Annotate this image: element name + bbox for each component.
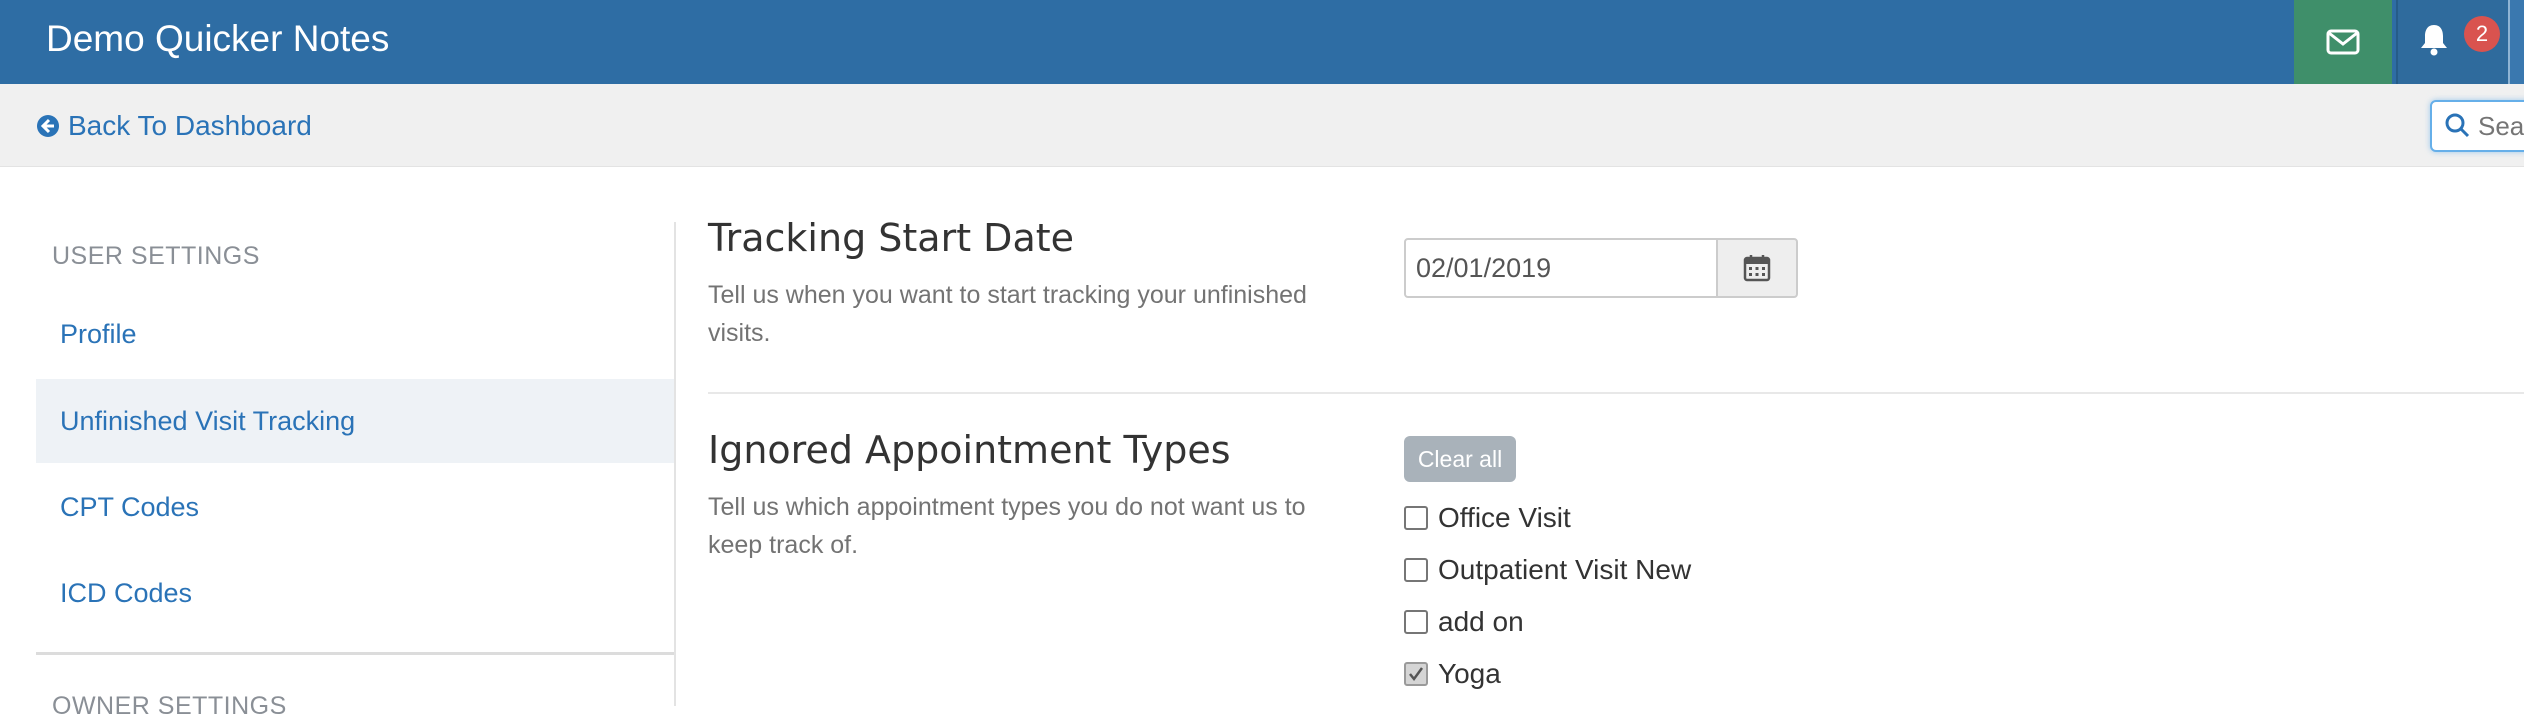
date-picker-button[interactable]: [1716, 238, 1798, 298]
search-input[interactable]: [2476, 108, 2524, 144]
calendar-icon: [1743, 255, 1771, 282]
search-box[interactable]: [2430, 100, 2524, 152]
user-settings-heading: USER SETTINGS: [52, 242, 260, 270]
envelope-icon: [2326, 29, 2360, 55]
appointment-type-label: Yoga: [1438, 658, 1501, 689]
clear-all-button[interactable]: Clear all: [1404, 436, 1516, 482]
appointment-type-outpatient-visit-new[interactable]: Outpatient Visit New: [1404, 550, 1691, 590]
app-brand[interactable]: Demo Quicker Notes: [46, 0, 389, 80]
sidebar-divider: [36, 652, 674, 655]
notification-count-badge: 2: [2464, 16, 2500, 52]
tracking-start-date-title: Tracking Start Date: [708, 216, 1075, 260]
sidebar-item-unfinished-visit-tracking[interactable]: Unfinished Visit Tracking: [36, 379, 674, 463]
checkbox-checked[interactable]: [1404, 662, 1428, 686]
back-to-dashboard-link[interactable]: Back To Dashboard: [36, 106, 312, 146]
tracking-start-date-input[interactable]: [1404, 238, 1718, 298]
sidebar-item-cpt-codes[interactable]: CPT Codes: [36, 465, 674, 549]
top-navbar: Demo Quicker Notes 2: [0, 0, 2524, 85]
bell-icon: [2421, 25, 2447, 56]
sub-header: Back To Dashboard: [0, 84, 2524, 167]
sidebar-item-icd-codes[interactable]: ICD Codes: [36, 551, 674, 635]
messages-button[interactable]: [2294, 0, 2392, 84]
ignored-appointment-types-description: Tell us which appointment types you do n…: [708, 493, 1306, 559]
back-link-label: Back To Dashboard: [68, 110, 312, 141]
checkmark-icon: [1409, 667, 1424, 682]
sidebar-item-profile[interactable]: Profile: [36, 292, 674, 376]
appointment-type-label: add on: [1438, 606, 1524, 637]
checkbox[interactable]: [1404, 506, 1428, 530]
section-divider: [708, 392, 2524, 394]
tracking-start-date-description: Tell us when you want to start tracking …: [708, 281, 1307, 347]
sidebar-border: [674, 222, 676, 706]
navbar-overflow-item[interactable]: [2508, 0, 2524, 84]
appointment-type-office-visit[interactable]: Office Visit: [1404, 498, 1571, 538]
circle-arrow-left-icon: [36, 114, 60, 138]
ignored-appointment-types-title: Ignored Appointment Types: [708, 428, 1231, 472]
appointment-type-add-on[interactable]: add on: [1404, 602, 1524, 642]
owner-settings-heading: OWNER SETTINGS: [52, 692, 287, 720]
appointment-type-yoga[interactable]: Yoga: [1404, 654, 1501, 694]
checkbox[interactable]: [1404, 558, 1428, 582]
notifications-button[interactable]: 2: [2396, 0, 2510, 84]
appointment-type-label: Outpatient Visit New: [1438, 554, 1692, 585]
search-icon: [2445, 113, 2470, 138]
appointment-type-label: Office Visit: [1438, 502, 1571, 533]
checkbox[interactable]: [1404, 610, 1428, 634]
